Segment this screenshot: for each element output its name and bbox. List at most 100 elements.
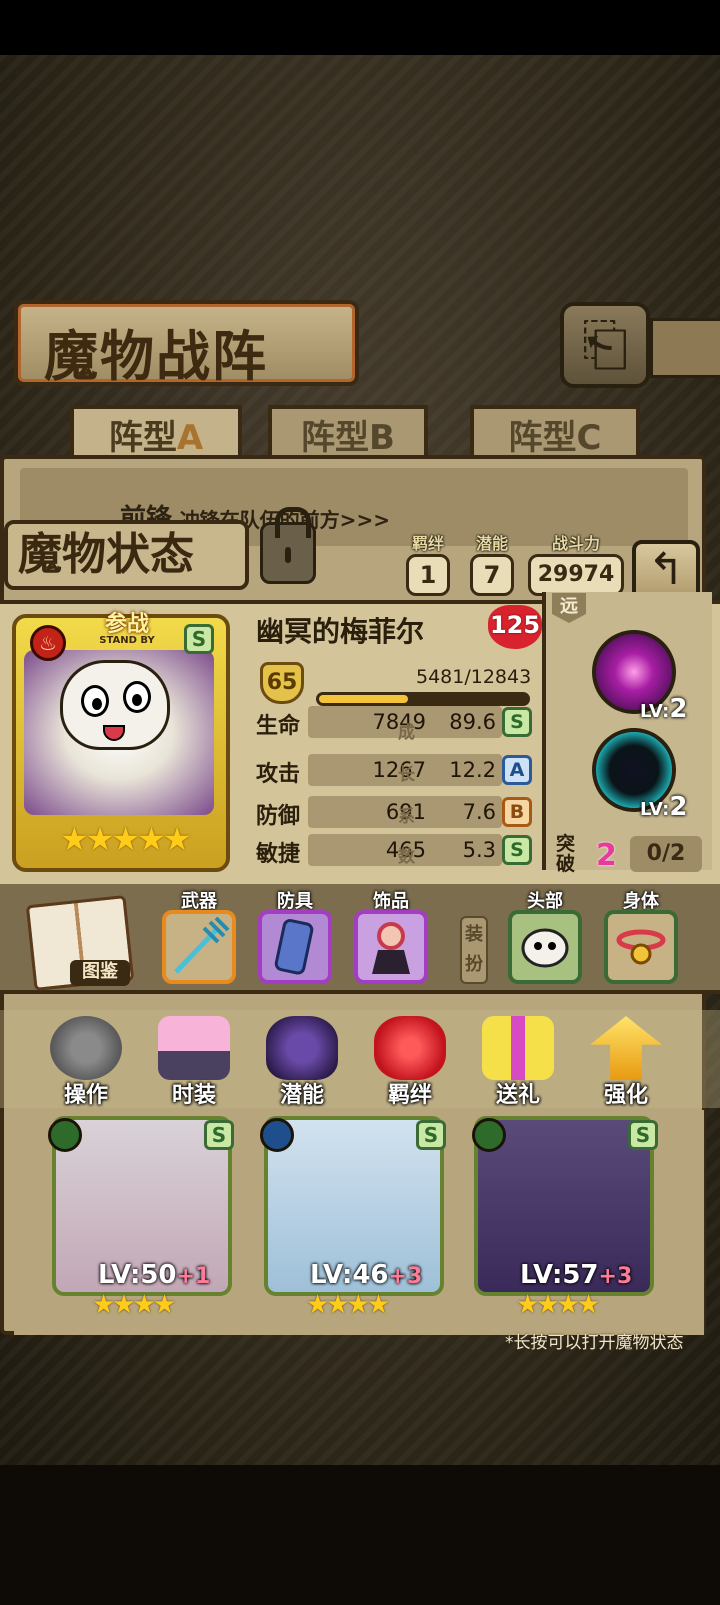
weapon-slot[interactable]	[162, 910, 236, 984]
hearts-icon	[374, 1016, 446, 1080]
monster-name: 幽冥的梅菲尔	[256, 615, 425, 648]
trident-weapon-icon	[174, 916, 230, 974]
accessory-slot[interactable]	[354, 910, 428, 984]
skill-lv-label: LV:	[640, 799, 670, 820]
status-title: 魔物状态	[4, 520, 249, 590]
team-lv-plus: +1	[176, 1264, 211, 1289]
bond-label: 羁绊	[411, 534, 444, 553]
break-label: 突破	[556, 833, 576, 875]
monster-mouth	[103, 725, 125, 741]
long-press-hint: *长按可以打开魔物状态	[505, 1333, 684, 1353]
monster-face	[60, 660, 170, 750]
codex-label: 图鉴	[70, 960, 130, 986]
enhance-button[interactable]: 强化	[580, 1016, 672, 1114]
potential-counter: 潜能 7	[470, 530, 514, 596]
bond-counter: 羁绊 1	[406, 530, 450, 596]
team-level: LV:46+3	[310, 1260, 422, 1290]
team-lv-value: 50	[140, 1260, 177, 1290]
gauntlet-armor-icon	[274, 919, 314, 975]
bell-collar-icon	[616, 929, 666, 965]
exp-text: 5481/12843	[416, 666, 532, 688]
skill-lv-label: LV:	[640, 701, 670, 722]
stat-value: 7849	[308, 706, 436, 738]
body-slot[interactable]	[604, 910, 678, 984]
stat-row-agility: 敏捷 465 5.3 S	[252, 834, 536, 868]
gear-icon	[50, 1016, 122, 1080]
back-arrow-icon: ⎗	[581, 310, 629, 378]
team-stars: ★★★★	[92, 1290, 176, 1320]
growth-grade: S	[502, 835, 532, 865]
water-element-icon	[260, 1118, 294, 1152]
tab-label: 阵型	[108, 418, 177, 458]
stat-name: 生命	[256, 714, 301, 739]
team-grade-badge: S	[204, 1120, 234, 1150]
team-grade-badge: S	[416, 1120, 446, 1150]
menu-label: 潜能	[279, 1083, 324, 1108]
stat-name: 防御	[256, 804, 301, 829]
stat-value: 1267	[308, 754, 436, 786]
growth-grade: A	[502, 755, 532, 785]
outfit-icon	[158, 1016, 230, 1080]
tab-label: 阵型	[508, 418, 577, 458]
power-value: 29974	[528, 554, 624, 596]
lock-icon[interactable]	[260, 507, 316, 584]
stat-name: 敏捷	[256, 842, 301, 867]
leaf-element-icon	[48, 1118, 82, 1152]
menu-label: 时装	[171, 1083, 216, 1108]
skill-lv-value: 2	[669, 694, 688, 724]
stand-by-badge: 参战 STAND BY	[82, 614, 172, 651]
gift-icon	[482, 1016, 554, 1080]
menu-label: 强化	[603, 1083, 648, 1108]
upgrade-arrows-icon	[590, 1016, 662, 1080]
stat-value: 691	[308, 796, 436, 828]
stat-row-hp: 生命 7849 89.6 S	[252, 706, 536, 740]
potential-value: 7	[470, 554, 514, 596]
power-counter: 战斗力 29974	[528, 530, 624, 596]
team-lv-value: 57	[562, 1260, 599, 1290]
potential-button[interactable]: 潜能	[256, 1016, 348, 1114]
bond-value: 1	[406, 554, 450, 596]
status-bar	[0, 0, 720, 55]
back-button-extension	[650, 318, 720, 378]
growth-value: 7.6	[428, 796, 502, 828]
stat-name: 攻击	[256, 762, 301, 787]
level-badge: 65	[260, 662, 304, 704]
tab-letter: A	[176, 418, 204, 458]
team-lv-label: LV:	[310, 1260, 353, 1290]
costume-button[interactable]: 时装	[148, 1016, 240, 1114]
doll-accessory-icon	[372, 922, 410, 974]
growth-value: 89.6	[428, 706, 502, 738]
bond-button[interactable]: 羁绊	[364, 1016, 456, 1114]
demon-silhouette-icon	[266, 1016, 338, 1080]
tab-letter: B	[369, 418, 395, 458]
growth-label-char: 长	[398, 765, 415, 785]
growth-value: 12.2	[428, 754, 502, 786]
stand-by-en: STAND BY	[99, 635, 155, 646]
menu-label: 羁绊	[387, 1083, 432, 1108]
menu-label: 送礼	[495, 1083, 540, 1108]
growth-label-char: 成	[398, 723, 415, 743]
operate-button[interactable]: 操作	[40, 1016, 132, 1114]
team-lv-label: LV:	[98, 1260, 141, 1290]
skill-lv-value: 2	[669, 792, 688, 822]
pupil	[132, 694, 142, 706]
break-value: 2	[596, 838, 617, 873]
team-level: LV:57+3	[520, 1260, 632, 1290]
gift-button[interactable]: 送礼	[472, 1016, 564, 1114]
growth-grade: S	[502, 707, 532, 737]
head-slot[interactable]	[508, 910, 582, 984]
armor-slot[interactable]	[258, 910, 332, 984]
back-button[interactable]: ⎗	[560, 302, 650, 388]
potential-label: 潜能	[475, 534, 508, 553]
return-arrow-icon: ↰	[647, 544, 685, 595]
pupil	[92, 698, 102, 710]
skill-level: LV:2	[640, 694, 687, 724]
monster-grade-badge: S	[184, 624, 214, 654]
team-grade-badge: S	[628, 1120, 658, 1150]
exp-bar-fill	[319, 695, 408, 703]
power-label: 战斗力	[551, 534, 600, 553]
affinity-value: 125	[489, 611, 541, 639]
team-lv-label: LV:	[520, 1260, 563, 1290]
team-lv-plus: +3	[598, 1264, 633, 1289]
stat-row-defense: 防御 691 7.6 B	[252, 796, 536, 830]
